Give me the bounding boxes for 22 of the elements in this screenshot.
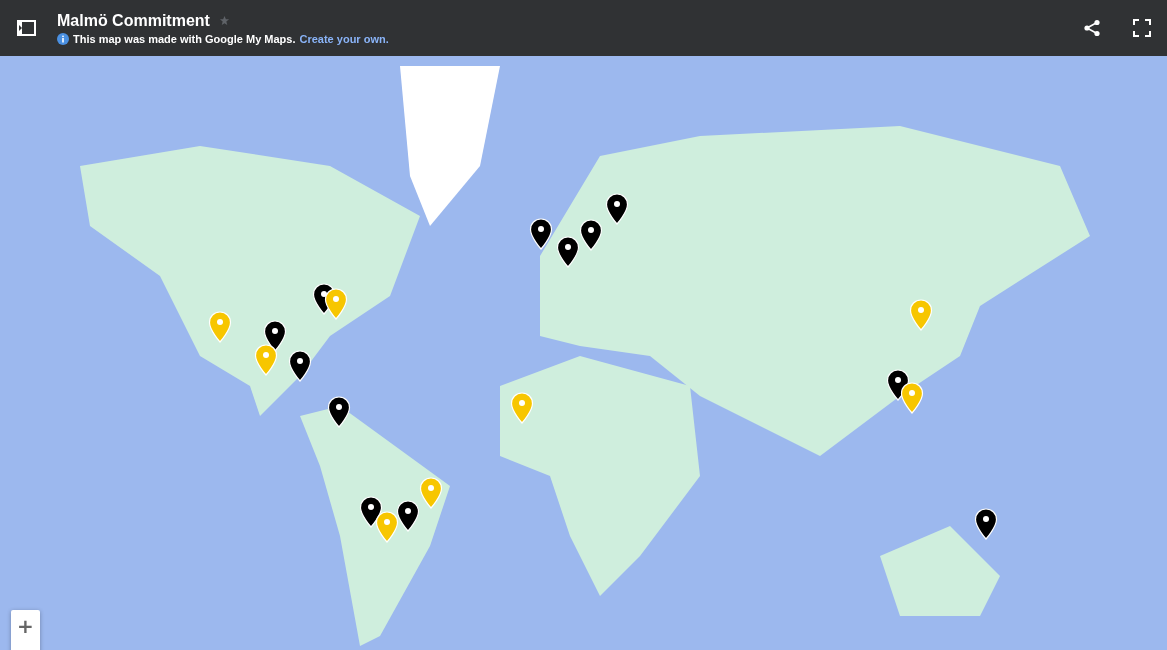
map-pin-icon[interactable]: [974, 508, 998, 540]
map-pin-icon[interactable]: [396, 500, 420, 532]
fullscreen-icon[interactable]: [1133, 19, 1151, 37]
notice-text: This map was made with Google My Maps.: [73, 32, 296, 45]
info-icon: [57, 32, 69, 45]
map-pin-icon[interactable]: [359, 496, 383, 528]
map-pin-icon[interactable]: [288, 350, 312, 382]
map-pin-icon[interactable]: [375, 511, 399, 543]
map-pin-icon[interactable]: [529, 218, 553, 250]
create-link[interactable]: Create your own.: [299, 32, 389, 45]
share-icon[interactable]: [1083, 19, 1101, 37]
map-title: Malmö Commitment: [57, 11, 210, 30]
map-pin-icon[interactable]: [327, 396, 351, 428]
map-pin-icon[interactable]: [556, 236, 580, 268]
map-pin-icon[interactable]: [263, 320, 287, 352]
map-pin-icon[interactable]: [900, 382, 924, 414]
map-pin-icon[interactable]: [324, 288, 348, 320]
map-pin-icon[interactable]: [579, 219, 603, 251]
zoom-in-button[interactable]: +: [11, 610, 40, 650]
map-pin-icon[interactable]: [254, 344, 278, 376]
star-icon[interactable]: [218, 15, 230, 26]
map-pin-icon[interactable]: [605, 193, 629, 225]
